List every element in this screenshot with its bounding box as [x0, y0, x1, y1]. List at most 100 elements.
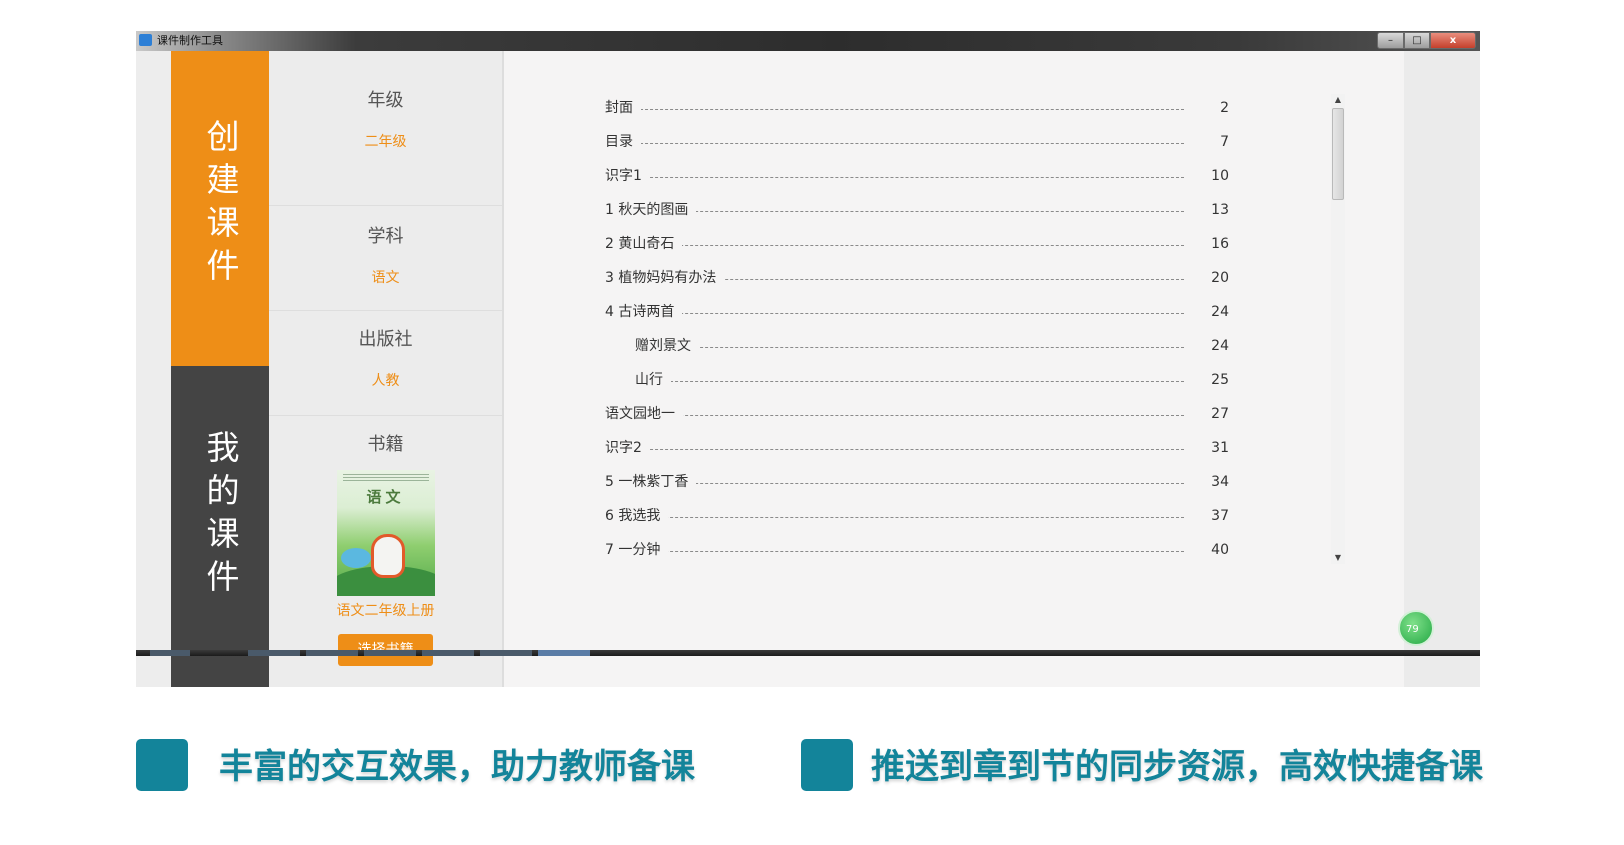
- toc-item-page: 24: [1203, 336, 1229, 356]
- taskbar: [136, 650, 1480, 656]
- cover-title: 语文: [366, 488, 405, 506]
- toc-item-title: 识字1: [605, 166, 650, 186]
- toc-item-page: 37: [1203, 506, 1229, 526]
- toc-scrollbar[interactable]: ▲ ▼: [1331, 94, 1345, 564]
- window-title: 课件制作工具: [157, 34, 223, 47]
- toc-item-title: 5 一株紫丁香: [605, 472, 697, 492]
- right-margin: [1404, 51, 1480, 687]
- book-label: 书籍: [367, 434, 404, 455]
- toc-item-page: 27: [1203, 404, 1229, 424]
- taskbar-item[interactable]: [480, 650, 532, 656]
- toc-item-title: 赠刘景文: [635, 336, 699, 356]
- toc-item[interactable]: 6 我选我 37: [504, 506, 1404, 526]
- toc-item[interactable]: 5 一株紫丁香 34: [504, 472, 1404, 492]
- toc-leader-dots: [625, 109, 1184, 110]
- toc-leader-dots: [625, 143, 1184, 144]
- toc-item-title: 目录: [605, 132, 641, 152]
- scroll-up-arrow-icon[interactable]: ▲: [1331, 94, 1345, 106]
- grade-value[interactable]: 二年级: [269, 132, 502, 152]
- toc-item[interactable]: 2 黄山奇石 16: [504, 234, 1404, 254]
- book-filter: 书籍 语文 语文二年级上册 选择书籍: [269, 416, 502, 666]
- publisher-label: 出版社: [358, 329, 413, 350]
- toc-leader-dots: [625, 415, 1184, 416]
- close-button[interactable]: x: [1430, 32, 1476, 49]
- book-cover-image[interactable]: 语文: [336, 470, 435, 596]
- book-name: 语文二年级上册: [336, 603, 435, 619]
- toc-item-page: 13: [1203, 200, 1229, 220]
- subject-filter[interactable]: 学科 语文: [269, 206, 502, 311]
- grade-filter[interactable]: 年级 二年级: [269, 51, 502, 206]
- feature-sync-resources: 推送到章到节的同步资源，高效快捷备课: [801, 739, 1611, 791]
- taskbar-item[interactable]: [248, 650, 300, 656]
- taskbar-item[interactable]: [422, 650, 474, 656]
- nav-mine-label: 我的课件: [201, 430, 240, 602]
- toc-leader-dots: [625, 449, 1184, 450]
- feature-square-icon: [136, 739, 188, 791]
- toc-item-title: 1 秋天的图画: [605, 200, 697, 220]
- toc-item-page: 31: [1203, 438, 1229, 458]
- scroll-down-arrow-icon[interactable]: ▼: [1331, 552, 1345, 564]
- grade-label: 年级: [367, 90, 404, 111]
- toc-item-page: 20: [1203, 268, 1229, 288]
- taskbar-item[interactable]: [538, 650, 590, 656]
- toc-item-page: 7: [1212, 132, 1229, 152]
- feature-interactive: 丰富的交互效果，助力教师备课: [136, 739, 836, 791]
- toc-item-page: 34: [1203, 472, 1229, 492]
- toc-item-title: 7 一分钟: [605, 540, 669, 560]
- maximize-button[interactable]: □: [1404, 32, 1430, 49]
- toc-item[interactable]: 目录 7: [504, 132, 1404, 152]
- toc-item[interactable]: 识字2 31: [504, 438, 1404, 458]
- nav-my-courseware[interactable]: 我的课件: [171, 366, 269, 687]
- toc-item[interactable]: 封面 2: [504, 98, 1404, 118]
- publisher-value[interactable]: 人教: [269, 371, 502, 391]
- toc-item[interactable]: 4 古诗两首 24: [504, 302, 1404, 322]
- toc-leader-dots: [625, 177, 1184, 178]
- publisher-filter[interactable]: 出版社 人教: [269, 311, 502, 416]
- toc-item[interactable]: 1 秋天的图画 13: [504, 200, 1404, 220]
- cover-squirrel: [370, 534, 405, 578]
- toc-item-page: 2: [1212, 98, 1229, 118]
- feature-text: 丰富的交互效果，助力教师备课: [219, 747, 695, 787]
- toc-leader-dots: [625, 211, 1184, 212]
- app-window: 课件制作工具 – □ x 创建课件 我的课件 年级 二年级 学科 语文 出版社 …: [136, 31, 1480, 687]
- cover-water: [340, 548, 371, 568]
- subject-value[interactable]: 语文: [269, 268, 502, 288]
- toc-item-page: 16: [1203, 234, 1229, 254]
- toc-item[interactable]: 山行 25: [504, 370, 1404, 390]
- title-bar[interactable]: 课件制作工具 – □ x: [136, 31, 1480, 51]
- cover-header-lines: [342, 474, 429, 483]
- toc-list: 封面 2 目录 7 识字1 10 1 秋天的图画 13 2 黄山奇石 16 3 植物妈妈有办法 20 4…: [504, 51, 1404, 687]
- toc-item[interactable]: 3 植物妈妈有办法 20: [504, 268, 1404, 288]
- toc-item-title: 封面: [605, 98, 641, 118]
- toc-leader-dots: [625, 551, 1184, 552]
- toc-item-page: 24: [1203, 302, 1229, 322]
- toc-item-title: 3 植物妈妈有办法: [605, 268, 725, 288]
- window-controls: – □ x: [1377, 32, 1476, 49]
- taskbar-start[interactable]: [150, 650, 190, 656]
- toc-item-title: 4 古诗两首: [605, 302, 683, 322]
- floating-badge[interactable]: 79: [1398, 610, 1434, 646]
- toc-panel: 封面 2 目录 7 识字1 10 1 秋天的图画 13 2 黄山奇石 16 3 植物妈妈有办法 20 4…: [504, 51, 1404, 687]
- minimize-button[interactable]: –: [1377, 32, 1404, 49]
- scroll-thumb[interactable]: [1332, 108, 1344, 200]
- toc-item[interactable]: 赠刘景文 24: [504, 336, 1404, 356]
- toc-leader-dots: [655, 381, 1184, 382]
- toc-leader-dots: [625, 517, 1184, 518]
- toc-leader-dots: [625, 245, 1184, 246]
- toc-item-title: 2 黄山奇石: [605, 234, 683, 254]
- toc-item-title: 6 我选我: [605, 506, 669, 526]
- taskbar-item[interactable]: [306, 650, 358, 656]
- feature-square-icon: [801, 739, 853, 791]
- taskbar-item[interactable]: [364, 650, 416, 656]
- toc-item-page: 10: [1203, 166, 1229, 186]
- left-nav: 创建课件 我的课件: [171, 51, 269, 687]
- toc-item-title: 语文园地一: [605, 404, 683, 424]
- toc-item-title: 识字2: [605, 438, 650, 458]
- toc-item[interactable]: 语文园地一 27: [504, 404, 1404, 424]
- toc-item[interactable]: 识字1 10: [504, 166, 1404, 186]
- nav-create-courseware[interactable]: 创建课件: [171, 51, 269, 366]
- toc-item-title: 山行: [635, 370, 671, 390]
- toc-item[interactable]: 7 一分钟 40: [504, 540, 1404, 560]
- toc-leader-dots: [625, 483, 1184, 484]
- filter-column: 年级 二年级 学科 语文 出版社 人教 书籍 语文 语文二年级上册 选择书籍: [269, 51, 504, 687]
